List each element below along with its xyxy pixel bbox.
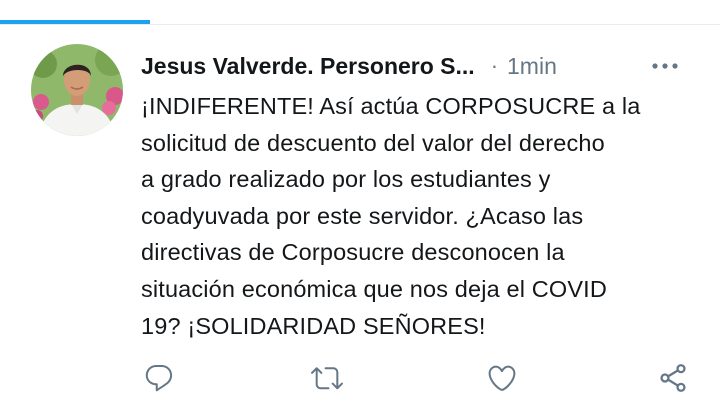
more-options-button[interactable] xyxy=(648,54,682,78)
heart-icon xyxy=(488,365,516,391)
like-button[interactable] xyxy=(482,358,522,398)
tweet-header: Jesus Valverde. Personero S... · 1min xyxy=(141,48,701,84)
profile-photo xyxy=(31,44,123,136)
share-button[interactable] xyxy=(653,358,693,398)
avatar[interactable] xyxy=(31,44,123,136)
retweet-icon xyxy=(311,367,343,390)
share-icon xyxy=(660,364,686,392)
separator-dot: · xyxy=(490,53,499,78)
tweet-timestamp[interactable]: 1min xyxy=(507,53,557,80)
tweet-actions xyxy=(0,358,720,398)
tweet-screen: Jesus Valverde. Personero S... · 1min ¡I… xyxy=(0,0,720,416)
top-divider xyxy=(0,24,720,25)
retweet-button[interactable] xyxy=(307,358,347,398)
more-options-icon xyxy=(652,63,678,69)
tweet-text: ¡INDIFERENTE! Así actúa CORPOSUCRE a la … xyxy=(141,93,641,339)
comment-icon xyxy=(145,364,173,392)
reply-button[interactable] xyxy=(139,358,179,398)
author-name[interactable]: Jesus Valverde. Personero S... xyxy=(141,53,475,80)
